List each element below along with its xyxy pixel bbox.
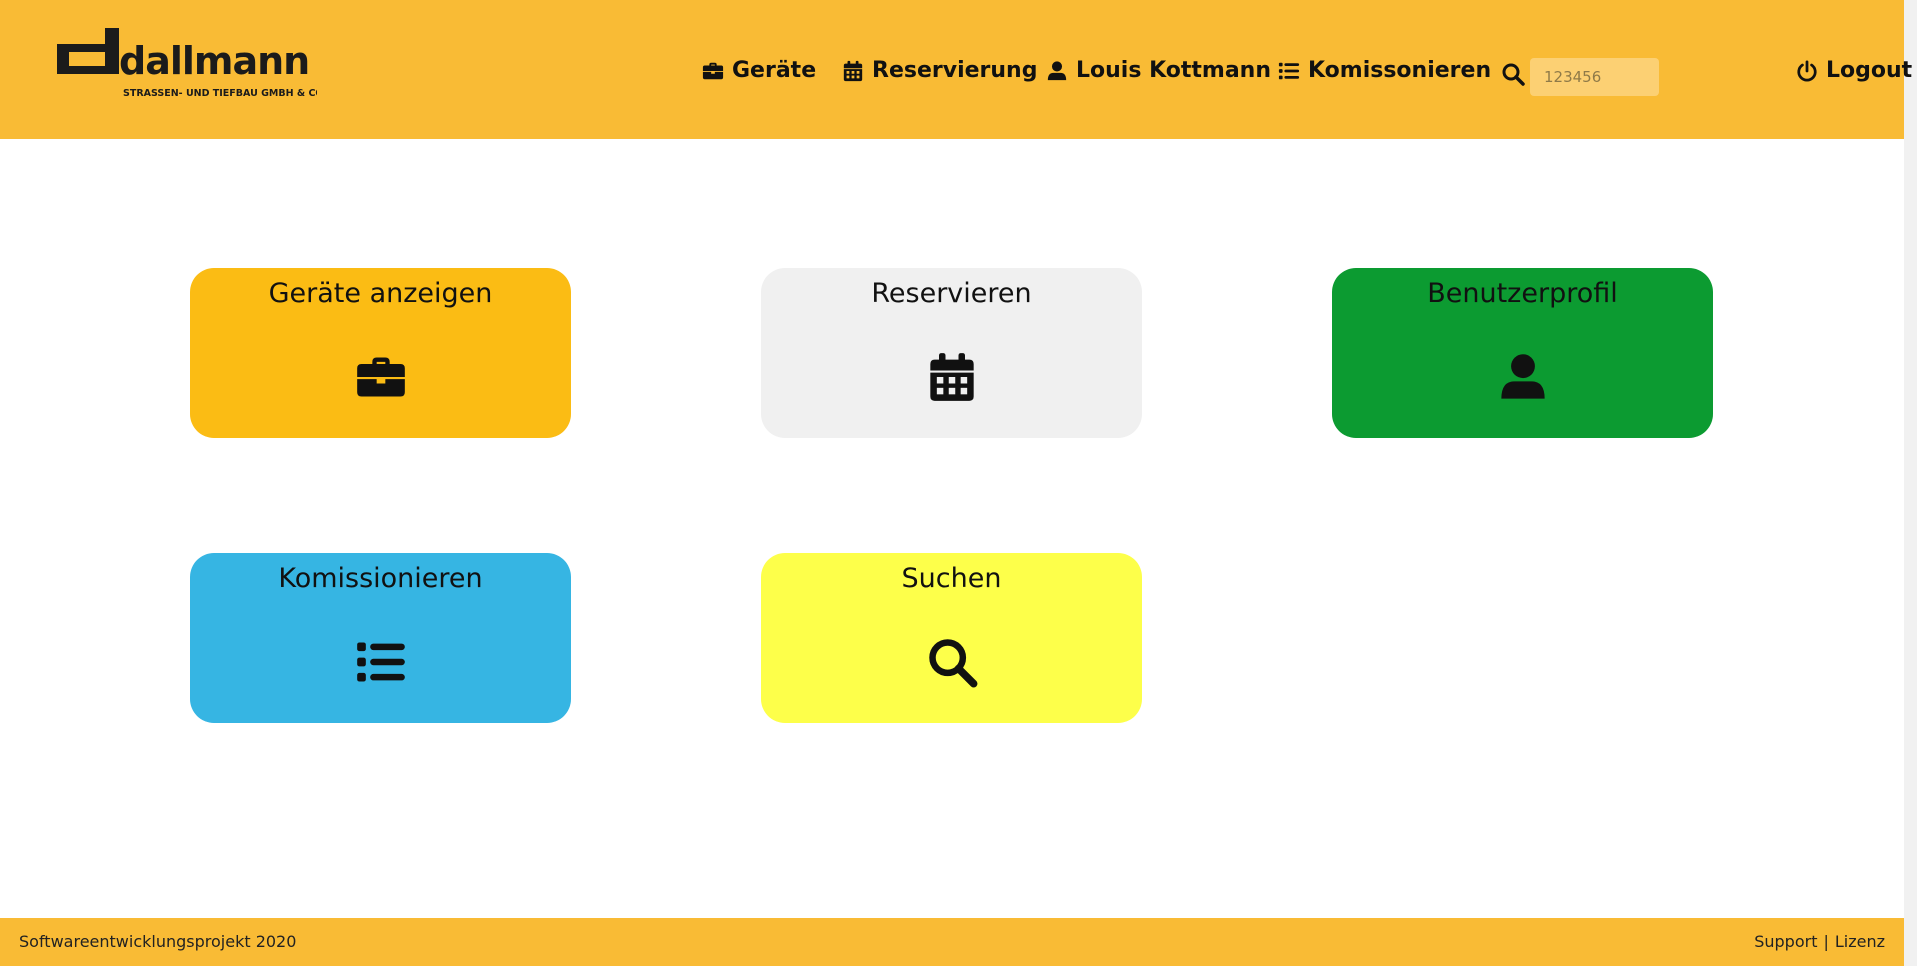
nav-komissionieren[interactable]: Komissonieren [1278,58,1491,83]
footer-project-text: Softwareentwicklungsprojekt 2020 [19,932,297,951]
nav-reservierung[interactable]: Reservierung [842,58,1037,83]
briefcase-icon [356,357,405,397]
lizenz-link[interactable]: Lizenz [1835,932,1885,951]
header: dallmann STRASSEN- UND TIEFBAU GMBH & CO… [0,0,1912,139]
user-icon [1500,354,1545,399]
search-icon [928,639,977,688]
tile-title: Suchen [901,563,1002,594]
nav-geraete[interactable]: Geräte [702,58,816,83]
nav-user-profile[interactable]: Louis Kottmann [1046,58,1271,83]
power-icon [1797,59,1817,82]
tile-title: Benutzerprofil [1427,278,1618,309]
support-link[interactable]: Support [1754,932,1817,951]
footer-links: Support | Lizenz [1754,932,1885,951]
nav-user-label: Louis Kottmann [1076,58,1271,83]
nav-reservierung-label: Reservierung [872,58,1038,83]
tile-title: Geräte anzeigen [268,278,493,309]
tile-benutzerprofil[interactable]: Benutzerprofil [1332,268,1713,438]
tile-title: Reservieren [871,278,1032,309]
tile-geraete-anzeigen[interactable]: Geräte anzeigen [190,268,571,438]
tile-reservieren[interactable]: Reservieren [761,268,1142,438]
tile-komissionieren[interactable]: Komissionieren [190,553,571,723]
footer: Softwareentwicklungsprojekt 2020 Support… [0,918,1904,966]
nav-komissionieren-label: Komissonieren [1308,58,1492,83]
briefcase-icon [702,62,724,79]
tile-title: Komissionieren [278,563,483,594]
logout-button[interactable]: Logout [1796,58,1912,83]
list-icon [1278,62,1300,79]
search-input[interactable] [1530,58,1659,96]
footer-separator: | [1823,932,1829,951]
main-nav: Geräte Reservierung Louis Kottmann Komis… [0,0,1912,139]
calendar-icon [843,60,863,81]
logout-label: Logout [1826,58,1913,83]
nav-geraete-label: Geräte [732,58,817,83]
user-icon [1047,60,1067,80]
calendar-icon [929,353,974,401]
list-icon [356,642,405,682]
tile-suchen[interactable]: Suchen [761,553,1142,723]
search-icon[interactable] [1501,62,1525,86]
scrollbar[interactable] [1904,0,1917,966]
